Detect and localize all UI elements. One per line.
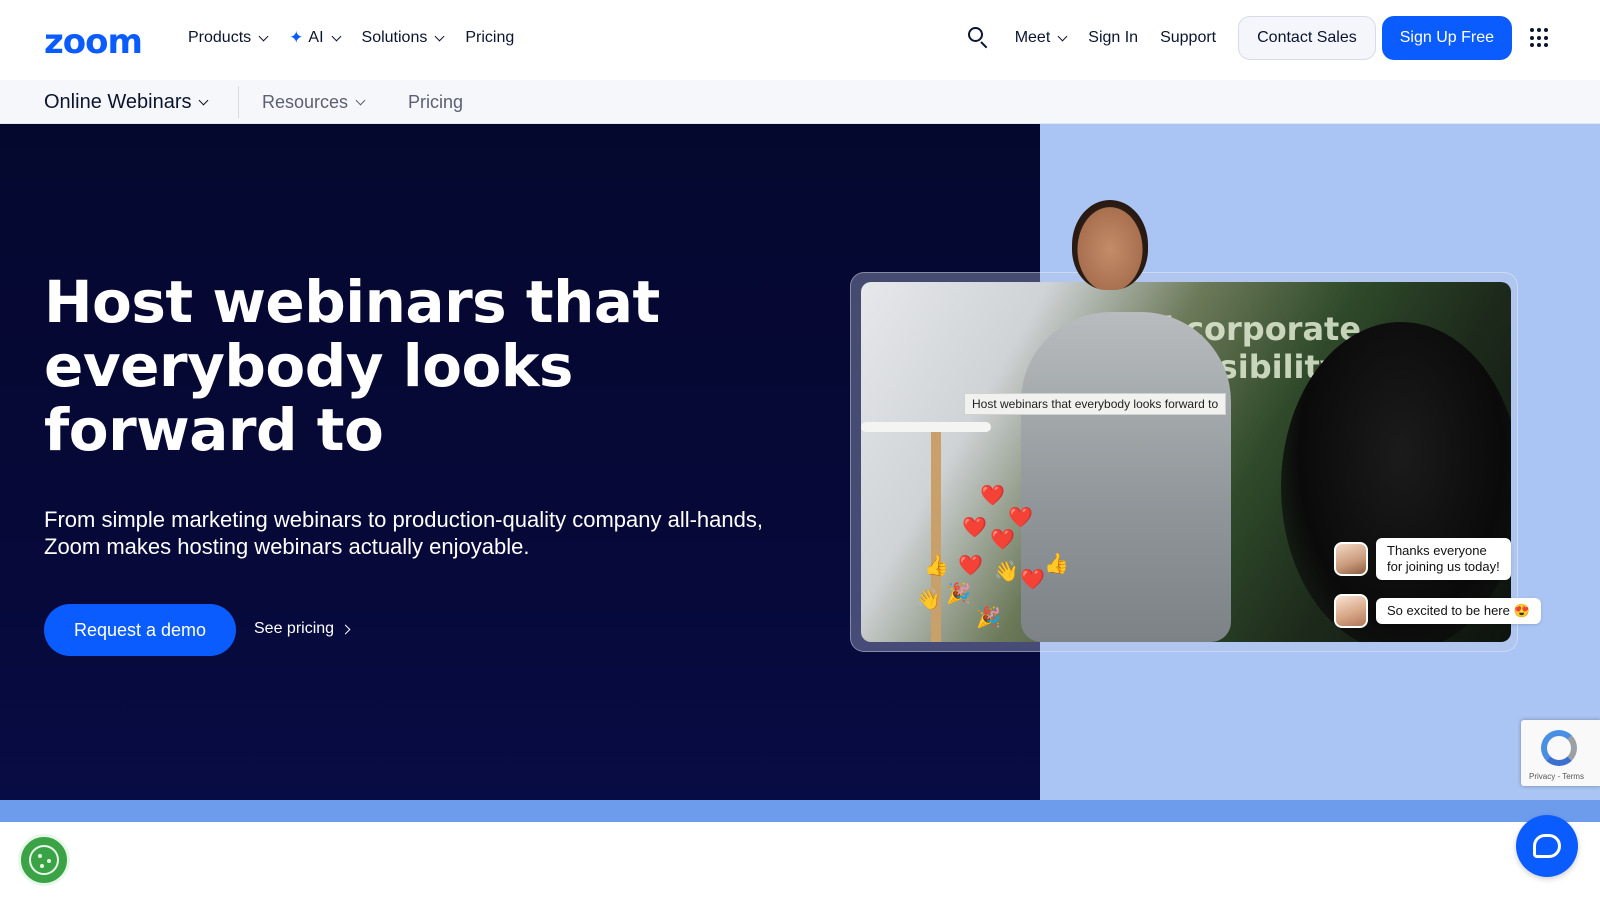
chat-bubble-text: So excited to be here 😍 xyxy=(1376,598,1541,624)
reaction-emoji: 👋 xyxy=(916,589,941,611)
app-grid-icon[interactable] xyxy=(1530,28,1550,48)
reaction-emoji: ❤️ xyxy=(1020,569,1045,591)
zoom-logo[interactable]: zoom xyxy=(44,22,143,62)
see-pricing-label: See pricing xyxy=(254,620,335,637)
sub-navigation: Online Webinars Resources Pricing xyxy=(0,80,1600,124)
request-demo-button[interactable]: Request a demo xyxy=(44,604,236,656)
nav-products[interactable]: Products xyxy=(188,26,269,50)
nav-solutions-label: Solutions xyxy=(361,29,428,46)
chevron-down-icon xyxy=(331,31,341,41)
nav-solutions[interactable]: Solutions xyxy=(361,26,445,50)
nav-ai-label: AI xyxy=(308,29,324,46)
reaction-emoji: 🎉 xyxy=(946,583,971,605)
chevron-down-icon xyxy=(258,31,269,41)
recaptcha-badge[interactable]: Privacy - Terms xyxy=(1521,720,1600,786)
avatar xyxy=(1334,542,1368,576)
cookie-icon xyxy=(29,845,59,875)
resources-menu[interactable]: Resources xyxy=(262,92,366,113)
chat-bubble-text: Thanks everyone for joining us today! xyxy=(1376,538,1511,580)
hero-bottom-band xyxy=(0,800,1600,822)
reaction-emoji: 👍 xyxy=(1044,553,1069,575)
recaptcha-icon xyxy=(1541,730,1577,766)
chevron-down-icon xyxy=(434,31,445,41)
nav-ai[interactable]: ✦ AI xyxy=(289,26,341,50)
sign-up-free-button[interactable]: Sign Up Free xyxy=(1381,16,1512,60)
nav-meet-label: Meet xyxy=(1014,29,1051,46)
video-caption: Host webinars that everybody looks forwa… xyxy=(964,393,1227,415)
subnav-pricing-link[interactable]: Pricing xyxy=(408,92,463,113)
reaction-emoji: ❤️ xyxy=(958,555,983,577)
reaction-emoji: 🎉 xyxy=(976,607,1001,629)
presenter-head xyxy=(1072,200,1148,290)
nav-pricing[interactable]: Pricing xyxy=(465,26,514,50)
nav-pricing-label: Pricing xyxy=(465,29,515,46)
reaction-emoji: 👋 xyxy=(994,561,1019,583)
secondary-nav: Meet Sign In Support Contact Sales Sign … xyxy=(965,16,1550,60)
cookie-settings-button[interactable] xyxy=(18,834,70,886)
chat-bubble-icon xyxy=(1533,834,1561,858)
online-webinars-menu[interactable]: Online Webinars xyxy=(44,91,209,114)
reaction-emoji: ❤️ xyxy=(1008,507,1033,529)
support-link[interactable]: Support xyxy=(1160,29,1216,47)
divider xyxy=(238,86,239,118)
chevron-down-icon xyxy=(355,95,366,106)
presenter-figure xyxy=(1021,312,1231,642)
reaction-emoji: ❤️ xyxy=(962,517,987,539)
recaptcha-links[interactable]: Privacy - Terms xyxy=(1529,772,1584,781)
primary-nav: Products ✦ AI Solutions Pricing xyxy=(188,26,536,50)
sign-in-link[interactable]: Sign In xyxy=(1088,29,1138,47)
chat-message: Thanks everyone for joining us today! xyxy=(1334,538,1511,580)
chevron-down-icon xyxy=(199,95,209,106)
sparkle-icon: ✦ xyxy=(289,28,304,47)
nav-products-label: Products xyxy=(188,29,252,46)
chevron-down-icon xyxy=(1057,31,1068,41)
see-pricing-link[interactable]: See pricing xyxy=(254,620,351,638)
hero-subtitle: From simple marketing webinars to produc… xyxy=(44,507,763,559)
stage-table xyxy=(861,422,991,432)
reaction-emoji: 👍 xyxy=(924,555,949,577)
top-navigation: zoom Products ✦ AI Solutions Pricing Mee… xyxy=(0,0,1600,80)
reaction-emoji: ❤️ xyxy=(990,529,1015,551)
reaction-emoji: ❤️ xyxy=(980,485,1005,507)
hero-title: Host webinars that everybody looks forwa… xyxy=(44,268,660,464)
online-webinars-label: Online Webinars xyxy=(44,91,192,113)
avatar xyxy=(1334,594,1368,628)
nav-meet[interactable]: Meet xyxy=(1014,29,1068,47)
chat-message: So excited to be here 😍 xyxy=(1334,594,1541,628)
contact-sales-button[interactable]: Contact Sales xyxy=(1238,16,1376,60)
chat-launcher-button[interactable] xyxy=(1516,815,1578,877)
chevron-right-icon xyxy=(340,624,351,634)
search-icon[interactable] xyxy=(965,25,991,51)
resources-label: Resources xyxy=(262,92,349,112)
